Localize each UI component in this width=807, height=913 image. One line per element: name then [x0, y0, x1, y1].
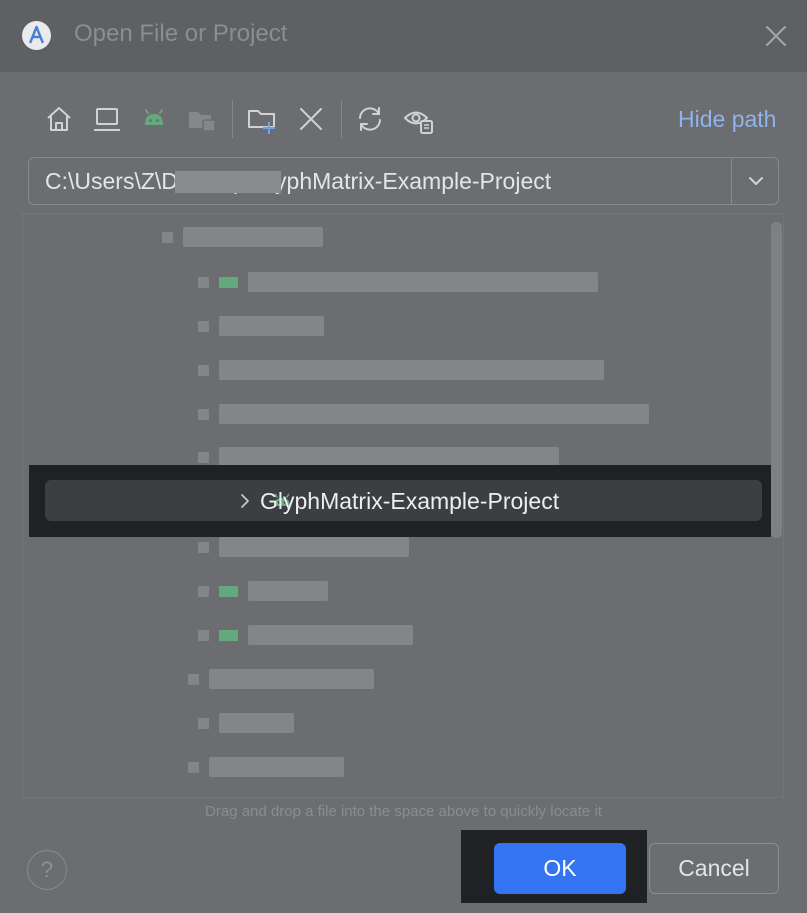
tree-item-label: GlyphMatrix-Example-Project [260, 488, 560, 514]
tree-row-blurred[interactable] [198, 581, 328, 601]
tree-row-blurred[interactable] [188, 757, 344, 777]
refresh-icon[interactable] [354, 103, 386, 135]
tree-row-blurred[interactable] [198, 272, 598, 292]
tree-row-blurred[interactable] [162, 227, 323, 247]
folder-icon[interactable] [186, 103, 218, 135]
tree-row-blurred[interactable] [188, 669, 374, 689]
tree-row-blurred[interactable] [198, 316, 324, 336]
tree-row-selected[interactable]: GlyphMatrix-Example-Project [45, 480, 762, 521]
redacted-username [175, 171, 281, 193]
help-button[interactable]: ? [27, 850, 67, 890]
chevron-down-icon[interactable] [731, 158, 780, 204]
toolbar-separator [232, 100, 233, 138]
tree-row-blurred[interactable] [198, 360, 604, 380]
android-studio-logo-icon [22, 21, 51, 50]
hide-path-link[interactable]: Hide path [678, 106, 776, 133]
drag-drop-hint: Drag and drop a file into the space abov… [205, 803, 602, 820]
dialog-title: Open File or Project [74, 20, 288, 47]
tree-row-blurred[interactable] [198, 537, 409, 557]
tree-row-blurred[interactable] [198, 447, 559, 467]
android-icon[interactable] [138, 103, 170, 135]
close-icon[interactable] [762, 22, 790, 50]
path-input[interactable] [29, 158, 729, 204]
toolbar-separator [341, 100, 342, 138]
home-icon[interactable] [43, 103, 75, 135]
tree-row-blurred[interactable] [198, 625, 413, 645]
ok-button[interactable]: OK [494, 843, 626, 894]
chevron-right-icon[interactable] [235, 491, 255, 511]
tree-row-blurred[interactable] [198, 404, 649, 424]
tree-row-blurred[interactable] [198, 713, 294, 733]
cancel-button[interactable]: Cancel [649, 843, 779, 894]
title-bar: Open File or Project [0, 0, 807, 72]
new-folder-icon[interactable] [246, 103, 278, 135]
show-hidden-icon[interactable] [402, 103, 434, 135]
delete-icon[interactable] [295, 103, 327, 135]
tree-scrollbar[interactable] [771, 222, 782, 538]
desktop-icon[interactable] [91, 103, 123, 135]
path-combobox [28, 157, 779, 205]
